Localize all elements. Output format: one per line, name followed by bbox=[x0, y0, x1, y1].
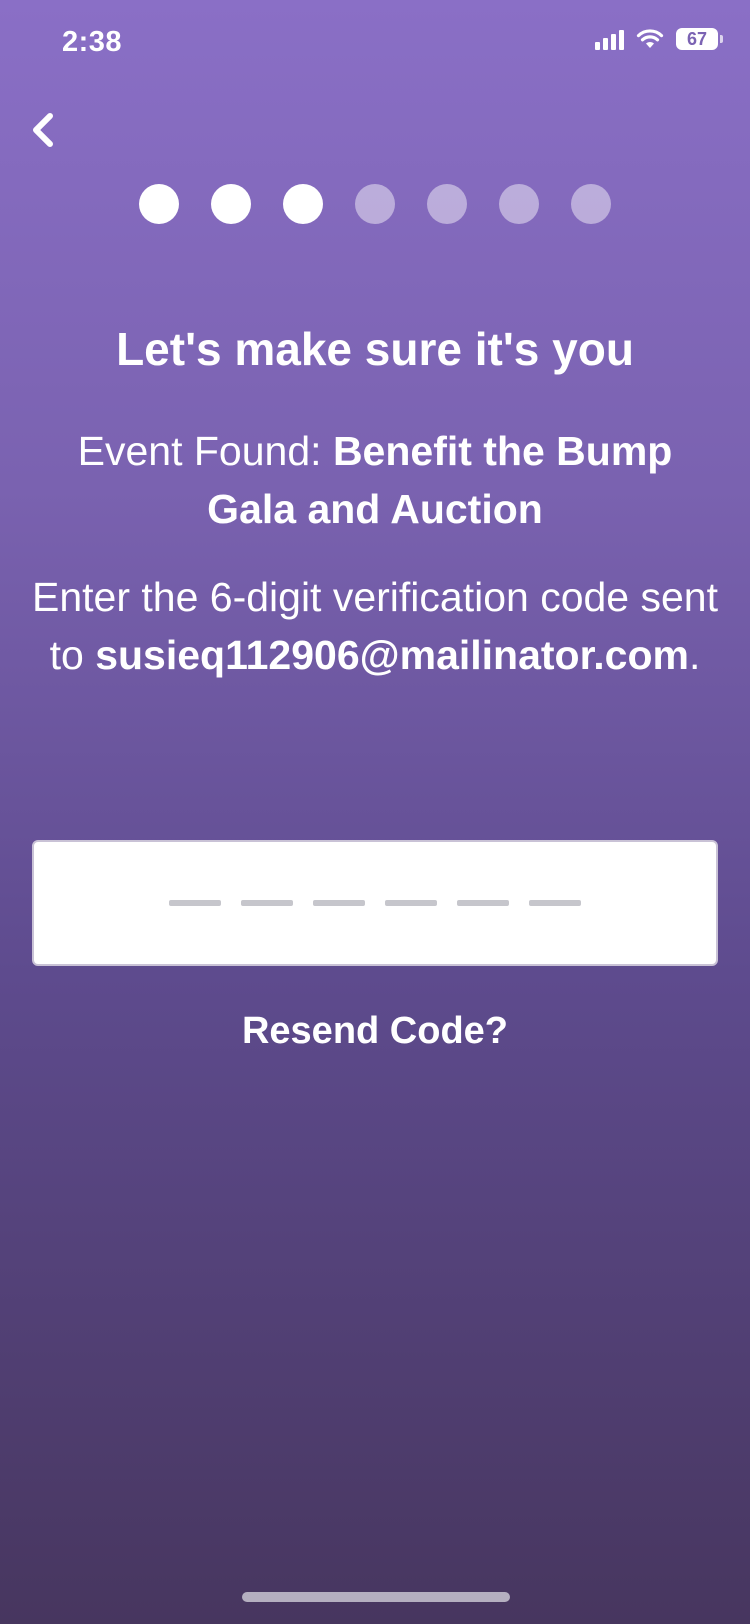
resend-code-link[interactable]: Resend Code? bbox=[0, 1010, 750, 1053]
progress-dot bbox=[499, 184, 539, 224]
progress-dot bbox=[427, 184, 467, 224]
progress-dot bbox=[571, 184, 611, 224]
code-digit-slot bbox=[385, 900, 437, 906]
code-digit-slot bbox=[529, 900, 581, 906]
code-digit-slot bbox=[457, 900, 509, 906]
signal-icon bbox=[595, 28, 624, 50]
progress-dot bbox=[283, 184, 323, 224]
page-title: Let's make sure it's you bbox=[116, 323, 634, 375]
code-digit-slot bbox=[313, 900, 365, 906]
battery-icon: 67 bbox=[676, 28, 723, 50]
progress-dot bbox=[139, 184, 179, 224]
back-button[interactable] bbox=[26, 108, 62, 152]
progress-dot bbox=[355, 184, 395, 224]
wifi-icon bbox=[636, 29, 664, 48]
event-found-label: Event Found: bbox=[77, 428, 333, 474]
code-digit-slot bbox=[241, 900, 293, 906]
status-time: 2:38 bbox=[62, 26, 123, 58]
email-address: susieq112906@mailinator.com bbox=[95, 632, 689, 678]
verification-code-input[interactable] bbox=[32, 840, 718, 966]
instruction-suffix: . bbox=[688, 632, 701, 678]
chevron-left-icon bbox=[33, 113, 53, 147]
progress-dots bbox=[0, 184, 750, 224]
event-found-text: Event Found: Benefit the Bump Gala and A… bbox=[40, 422, 710, 538]
progress-dot bbox=[211, 184, 251, 224]
status-icons: 67 bbox=[595, 28, 723, 50]
verification-screen: 2:38 67 Let's make sure it's you Event F… bbox=[0, 0, 750, 1624]
code-digit-slot bbox=[169, 900, 221, 906]
instruction-text: Enter the 6-digit verification code sent… bbox=[30, 568, 720, 684]
battery-level: 67 bbox=[686, 28, 708, 49]
home-indicator bbox=[242, 1592, 510, 1602]
